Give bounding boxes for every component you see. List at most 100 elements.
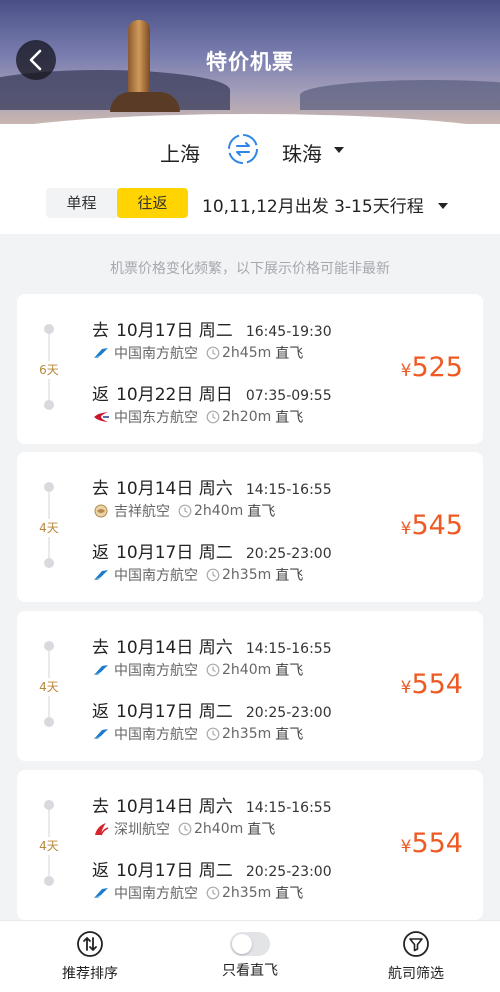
flight-time: 14:15-16:55 bbox=[245, 482, 332, 498]
sort-button[interactable]: 推荐排序 bbox=[30, 929, 150, 983]
trip-type-toggle: 单程 往返 bbox=[46, 188, 188, 218]
price-value: 554 bbox=[411, 669, 463, 700]
airline-name: 中国东方航空 bbox=[114, 410, 198, 426]
currency-symbol: ¥ bbox=[400, 519, 412, 539]
direct-only-toggle[interactable]: 只看直飞 bbox=[190, 929, 310, 980]
flight-duration: 2h35m bbox=[222, 567, 272, 583]
direct-label: 直飞 bbox=[275, 346, 304, 362]
banner-curve bbox=[0, 114, 500, 124]
outbound-leg: 去 10月14日 周六 14:15-16:55 深圳航空 2h40m 直飞 bbox=[92, 792, 332, 840]
banner-rock bbox=[110, 92, 180, 112]
swap-cities-button[interactable] bbox=[226, 132, 260, 166]
price-notice: 机票价格变化频繁，以下展示价格可能非最新 bbox=[110, 261, 390, 277]
direct-label: 直飞 bbox=[247, 822, 276, 838]
timeline-dot bbox=[44, 717, 54, 727]
china-southern-icon bbox=[92, 663, 112, 677]
price-value: 525 bbox=[411, 352, 463, 383]
direction-label: 去 bbox=[92, 638, 109, 658]
direction-label: 去 bbox=[92, 797, 109, 817]
sort-icon bbox=[77, 931, 103, 957]
flight-duration: 2h45m bbox=[222, 345, 272, 361]
flight-card[interactable]: 4天 去 10月14日 周六 14:15-16:55 中国南方航空 2h40m … bbox=[17, 611, 483, 761]
china-southern-icon bbox=[92, 568, 112, 582]
trip-timeline: 4天 bbox=[35, 482, 63, 572]
flight-time: 20:25-23:00 bbox=[245, 705, 332, 721]
timeline-dot bbox=[44, 400, 54, 410]
direction-label: 返 bbox=[92, 543, 109, 563]
china-southern-icon bbox=[92, 886, 112, 900]
direct-label: 直飞 bbox=[275, 568, 304, 584]
flight-time: 14:15-16:55 bbox=[245, 800, 332, 816]
one-way-option[interactable]: 单程 bbox=[46, 188, 117, 218]
flight-duration: 2h20m bbox=[222, 409, 272, 425]
timeline-dot bbox=[44, 558, 54, 568]
flight-card[interactable]: 4天 去 10月14日 周六 14:15-16:55 吉祥航空 2h40m 直飞… bbox=[17, 452, 483, 602]
trip-timeline: 6天 bbox=[35, 324, 63, 414]
timeline-dot bbox=[44, 800, 54, 810]
outbound-leg: 去 10月17日 周二 16:45-19:30 中国南方航空 2h45m 直飞 bbox=[92, 316, 332, 364]
airline-name: 深圳航空 bbox=[114, 822, 170, 838]
clock-icon bbox=[206, 568, 220, 582]
sort-label: 推荐排序 bbox=[62, 966, 118, 982]
trip-days: 4天 bbox=[37, 519, 61, 537]
direct-only-switch[interactable] bbox=[230, 932, 270, 956]
flight-date: 10月14日 周六 bbox=[116, 797, 233, 817]
flight-time: 20:25-23:00 bbox=[245, 546, 332, 562]
return-leg: 返 10月17日 周二 20:25-23:00 中国南方航空 2h35m 直飞 bbox=[92, 538, 332, 586]
price-value: 545 bbox=[411, 510, 463, 541]
flight-date: 10月17日 周二 bbox=[116, 543, 233, 563]
direction-label: 去 bbox=[92, 479, 109, 499]
timeline-dot bbox=[44, 641, 54, 651]
price: ¥525 bbox=[401, 352, 463, 383]
direct-label: 直飞 bbox=[275, 410, 304, 426]
price-value: 554 bbox=[411, 828, 463, 859]
china-southern-icon bbox=[92, 727, 112, 741]
airline-name: 中国南方航空 bbox=[114, 568, 198, 584]
round-trip-option[interactable]: 往返 bbox=[117, 188, 188, 218]
clock-icon bbox=[178, 504, 192, 518]
airline-name: 吉祥航空 bbox=[114, 504, 170, 520]
swap-icon bbox=[228, 134, 258, 164]
direct-label: 直飞 bbox=[247, 504, 276, 520]
flight-card[interactable]: 4天 去 10月14日 周六 14:15-16:55 深圳航空 2h40m 直飞… bbox=[17, 770, 483, 920]
flight-date: 10月17日 周二 bbox=[116, 702, 233, 722]
flight-date: 10月22日 周日 bbox=[116, 385, 233, 405]
trip-timeline: 4天 bbox=[35, 641, 63, 731]
flight-duration: 2h35m bbox=[222, 885, 272, 901]
airline-filter-button[interactable]: 航司筛选 bbox=[356, 929, 476, 983]
flight-time: 07:35-09:55 bbox=[245, 388, 332, 404]
clock-icon bbox=[206, 346, 220, 360]
route-selector: 上海 珠海 单程 往返 10,11,12月出发 3-15天行程 bbox=[0, 124, 500, 234]
caret-down-icon[interactable] bbox=[438, 203, 448, 209]
date-range-selector[interactable]: 10,11,12月出发 3-15天行程 bbox=[202, 192, 424, 217]
direction-label: 去 bbox=[92, 321, 109, 341]
flight-date: 10月17日 周二 bbox=[116, 861, 233, 881]
china-eastern-icon bbox=[92, 410, 112, 424]
timeline-dot bbox=[44, 324, 54, 334]
flight-time: 16:45-19:30 bbox=[245, 324, 332, 340]
direction-label: 返 bbox=[92, 385, 109, 405]
filter-icon bbox=[403, 931, 429, 957]
trip-days: 4天 bbox=[37, 837, 61, 855]
clock-icon bbox=[206, 410, 220, 424]
flight-card[interactable]: 6天 去 10月17日 周二 16:45-19:30 中国南方航空 2h45m … bbox=[17, 294, 483, 444]
caret-down-icon[interactable] bbox=[334, 147, 344, 153]
flight-duration: 2h40m bbox=[194, 503, 244, 519]
price: ¥545 bbox=[401, 510, 463, 541]
price: ¥554 bbox=[401, 669, 463, 700]
clock-icon bbox=[178, 822, 192, 836]
return-leg: 返 10月22日 周日 07:35-09:55 中国东方航空 2h20m 直飞 bbox=[92, 380, 332, 428]
switch-knob bbox=[232, 934, 252, 954]
clock-icon bbox=[206, 727, 220, 741]
return-leg: 返 10月17日 周二 20:25-23:00 中国南方航空 2h35m 直飞 bbox=[92, 856, 332, 904]
flight-time: 14:15-16:55 bbox=[245, 641, 332, 657]
clock-icon bbox=[206, 663, 220, 677]
currency-symbol: ¥ bbox=[400, 361, 412, 381]
direct-label: 直飞 bbox=[275, 727, 304, 743]
direct-label: 直飞 bbox=[275, 663, 304, 679]
outbound-leg: 去 10月14日 周六 14:15-16:55 中国南方航空 2h40m 直飞 bbox=[92, 633, 332, 681]
direct-label: 直飞 bbox=[275, 886, 304, 902]
departure-city[interactable]: 上海 bbox=[160, 138, 200, 167]
trip-timeline: 4天 bbox=[35, 800, 63, 890]
arrival-city[interactable]: 珠海 bbox=[282, 138, 322, 167]
